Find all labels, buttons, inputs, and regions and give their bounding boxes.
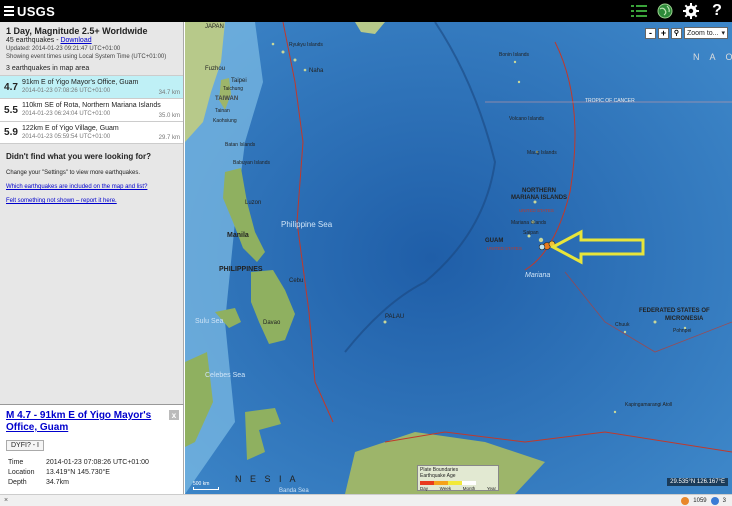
- event-detail-panel: M 4.7 - 91km E of Yigo Mayor's Office, G…: [0, 404, 184, 494]
- earthquake-list-item[interactable]: 4.7 91km E of Yigo Mayor's Office, Guam …: [0, 75, 183, 98]
- counter-value: 1059: [693, 497, 707, 504]
- feed-count: 45 earthquakes - Download: [0, 36, 183, 45]
- map-canvas: [185, 22, 732, 494]
- zoom-out-button[interactable]: -: [645, 27, 656, 39]
- map-area-count: 3 earthquakes in map area: [6, 65, 90, 72]
- detail-label: Location: [8, 469, 35, 476]
- globe-icon[interactable]: [656, 2, 674, 20]
- detail-value: 2014-01-23 07:08:26 UTC+01:00: [46, 459, 149, 466]
- not-found-heading: Didn't find what you were looking for?: [6, 152, 152, 161]
- earthquake-list-item[interactable]: 5.5 110km SE of Rota, Northern Mariana I…: [0, 98, 183, 121]
- zoom-in-button[interactable]: +: [658, 27, 669, 39]
- eq-depth: 35.0 km: [158, 113, 180, 119]
- gear-icon[interactable]: [682, 2, 700, 20]
- earthquake-list: 4.7 91km E of Yigo Mayor's Office, Guam …: [0, 75, 183, 144]
- usgs-logo[interactable]: USGS: [0, 4, 55, 19]
- legend-swatch: [420, 481, 434, 485]
- not-found-section: Didn't find what you were looking for? C…: [0, 144, 183, 205]
- legend-age: Week: [439, 486, 452, 491]
- detail-row: Time 2014-01-23 07:08:26 UTC+01:00: [8, 459, 149, 467]
- chevron-down-icon: ▾: [721, 30, 725, 37]
- shield-icon: [710, 496, 719, 505]
- zoom-to-select[interactable]: Zoom to... ▾: [684, 27, 728, 39]
- eq-magnitude: 5.9: [4, 127, 18, 138]
- help-icon[interactable]: ?: [708, 2, 726, 20]
- eq-depth: 34.7 km: [158, 90, 180, 96]
- eq-magnitude: 4.7: [4, 81, 18, 93]
- zoom-controls: - + ⚲ Zoom to... ▾: [645, 27, 728, 39]
- legend-age: Day: [420, 486, 429, 491]
- usgs-wave-icon: [4, 5, 14, 17]
- legend-swatch: [462, 481, 476, 485]
- status-right: 1059 3: [681, 496, 726, 505]
- scale-bar: [193, 487, 219, 490]
- legend-labels: Day Week Month Year: [420, 486, 496, 491]
- download-link[interactable]: Download: [60, 37, 91, 44]
- legend-swatch: [434, 481, 448, 485]
- detail-row: Location 13.419°N 145.730°E: [8, 469, 149, 477]
- status-close-icon[interactable]: ×: [0, 497, 8, 504]
- header-toolbar: ?: [630, 2, 726, 20]
- close-icon[interactable]: x: [169, 410, 179, 420]
- eq-depth: 29.7 km: [158, 135, 180, 141]
- legend-swatch: [448, 481, 462, 485]
- settings-hint: Change your "Settings" to view more eart…: [6, 170, 140, 176]
- feed-title: 1 Day, Magnitude 2.5+ Worldwide: [6, 26, 148, 36]
- report-felt-link[interactable]: Felt something not shown – report it her…: [6, 198, 117, 204]
- detail-value: 34.7km: [46, 479, 69, 486]
- included-earthquakes-link[interactable]: Which earthquakes are included on the ma…: [6, 184, 147, 190]
- zoom-to-label: Zoom to...: [687, 29, 719, 37]
- legend-color-bar: [420, 481, 496, 485]
- event-title-link[interactable]: M 4.7 - 91km E of Yigo Mayor's Office, G…: [0, 405, 183, 434]
- dyfi-badge[interactable]: DYFI? - I: [6, 440, 45, 451]
- earthquake-marker-selected[interactable]: [538, 243, 546, 251]
- status-bar: × 1059 3: [0, 494, 732, 506]
- app-root: USGS ? 1 Day, Magnitude 2.5+ Worldwide 4…: [0, 0, 732, 506]
- legend-age: Year: [486, 486, 496, 491]
- detail-row: Depth 34.7km: [8, 479, 149, 487]
- timezone-note: Showing event times using Local System T…: [6, 54, 167, 60]
- search-icon[interactable]: ⚲: [671, 27, 682, 39]
- legend-age: Month: [462, 486, 476, 491]
- detail-value: 13.419°N 145.730°E: [46, 469, 110, 476]
- detail-label: Time: [8, 459, 24, 466]
- top-header: USGS ?: [0, 0, 732, 22]
- counter-icon: [681, 496, 690, 505]
- count-text: 45 earthquakes -: [6, 37, 61, 44]
- logo-text: USGS: [17, 3, 56, 19]
- eq-place: 110km SE of Rota, Northern Mariana Islan…: [22, 102, 161, 109]
- eq-place: 122km E of Yigo Village, Guam: [22, 125, 119, 132]
- detail-label: Depth: [8, 479, 27, 486]
- earthquake-list-item[interactable]: 5.9 122km E of Yigo Village, Guam 2014-0…: [0, 121, 183, 144]
- cursor-coordinates: 29.535°N 126.167°E: [667, 478, 728, 486]
- event-detail-table: Time 2014-01-23 07:08:26 UTC+01:00 Locat…: [6, 457, 151, 489]
- eq-magnitude: 5.5: [4, 104, 18, 116]
- map-legend: Plate Boundaries Earthquake Age Day Week…: [417, 465, 499, 491]
- legend-title: Earthquake Age: [420, 473, 456, 479]
- updated-text: Updated: 2014-01-23 09:21:47 UTC+01:00: [6, 46, 121, 52]
- list-icon[interactable]: [630, 2, 648, 20]
- counter-value: 3: [722, 497, 726, 504]
- map-view[interactable]: JAPAN N A O Ryukyu Islands Naha Fuzhou T…: [185, 22, 732, 494]
- eq-place: 91km E of Yigo Mayor's Office, Guam: [22, 79, 139, 86]
- map-scale: 500 km: [193, 481, 219, 490]
